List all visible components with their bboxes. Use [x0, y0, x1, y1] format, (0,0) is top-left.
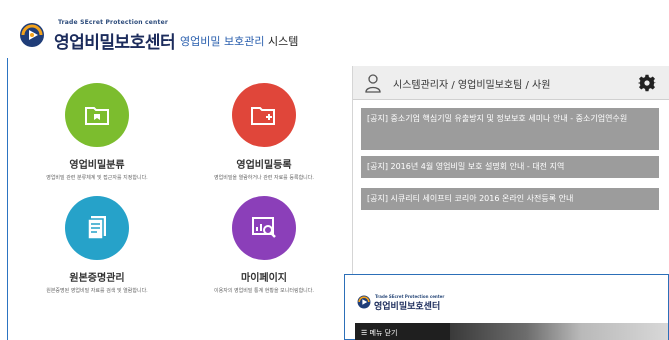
tile-my-page[interactable]: 마이페이지 이용자의 영업비밀 통계 현황을 모니터링합니다. [189, 196, 339, 294]
logo-subtitle: Trade SEcret Protection center [58, 19, 169, 26]
folder-plus-icon [251, 107, 275, 125]
document-icon [87, 216, 106, 240]
gear-icon[interactable] [638, 74, 656, 92]
tile-secret-classification[interactable]: 영업비밀분류 영업비밀 관련 분류체계 및 접근자를 지정합니다. [22, 83, 172, 181]
mobile-banner-image [450, 323, 668, 340]
tile-circle[interactable] [232, 83, 296, 147]
tile-circle[interactable] [65, 83, 129, 147]
notice-item[interactable]: [공지] 시큐리티 세이프티 코리아 2016 온라인 사전등록 안내 [361, 188, 659, 210]
tile-title[interactable]: 영업비밀분류 [22, 156, 172, 171]
user-info-bar: 시스템관리자 / 영업비밀보호팀 / 사원 [353, 66, 669, 100]
tile-circle[interactable] [65, 196, 129, 260]
tile-description: 원본증명된 영업비밀 자료를 검색 및 열람합니다. [46, 288, 148, 294]
tile-secret-registration[interactable]: 영업비밀등록 영업비밀을 열람하거나 관련 자료를 등록합니다. [189, 83, 339, 181]
mobile-menu-bar: ☰ 메뉴 닫기 [355, 323, 668, 340]
tile-description: 영업비밀 관련 분류체계 및 접근자를 지정합니다. [46, 175, 148, 181]
tile-title[interactable]: 마이페이지 [189, 269, 339, 284]
system-title-highlight: 영업비밀 보호관리 [180, 35, 265, 48]
tile-description: 이용자의 영업비밀 통계 현황을 모니터링합니다. [214, 288, 314, 294]
mobile-menu-close-button[interactable]: ☰ 메뉴 닫기 [361, 328, 398, 338]
app-window: Trade SEcret Protection center 영업비밀보호센터 … [0, 0, 669, 340]
user-info-text: 시스템관리자 / 영업비밀보호팀 / 사원 [393, 80, 551, 91]
folder-icon [85, 107, 109, 125]
user-icon[interactable] [365, 73, 381, 93]
header: Trade SEcret Protection center 영업비밀보호센터 … [0, 0, 669, 58]
mobile-logo-title: 영업비밀보호센터 [374, 302, 441, 312]
tile-original-proof[interactable]: 원본증명관리 원본증명된 영업비밀 자료를 검색 및 열람합니다. [22, 196, 172, 294]
chart-search-icon [252, 217, 276, 238]
tile-title[interactable]: 원본증명관리 [22, 269, 172, 284]
tile-description: 영업비밀을 열람하거나 관련 자료를 등록합니다. [214, 175, 314, 181]
tile-circle[interactable] [232, 196, 296, 260]
system-title-rest: 시스템 [264, 35, 299, 48]
mobile-preview: Trade SEcret Protection center 영업비밀보호센터 … [344, 274, 669, 340]
notice-item[interactable]: [공지] 2016년 4월 영업비밀 보호 설명회 안내 - 대전 지역 [361, 156, 659, 178]
logo-title[interactable]: 영업비밀보호센터 [54, 28, 176, 53]
notice-item[interactable]: [공지] 중소기업 핵심기밀 유출방지 및 정보보호 세미나 안내 - 중소기업… [361, 108, 659, 150]
tile-title[interactable]: 영업비밀등록 [189, 156, 339, 171]
frame-divider [7, 58, 8, 340]
system-title: 영업비밀 보호관리 시스템 [180, 33, 298, 49]
logo-icon [357, 295, 371, 309]
logo-icon[interactable] [19, 22, 45, 48]
